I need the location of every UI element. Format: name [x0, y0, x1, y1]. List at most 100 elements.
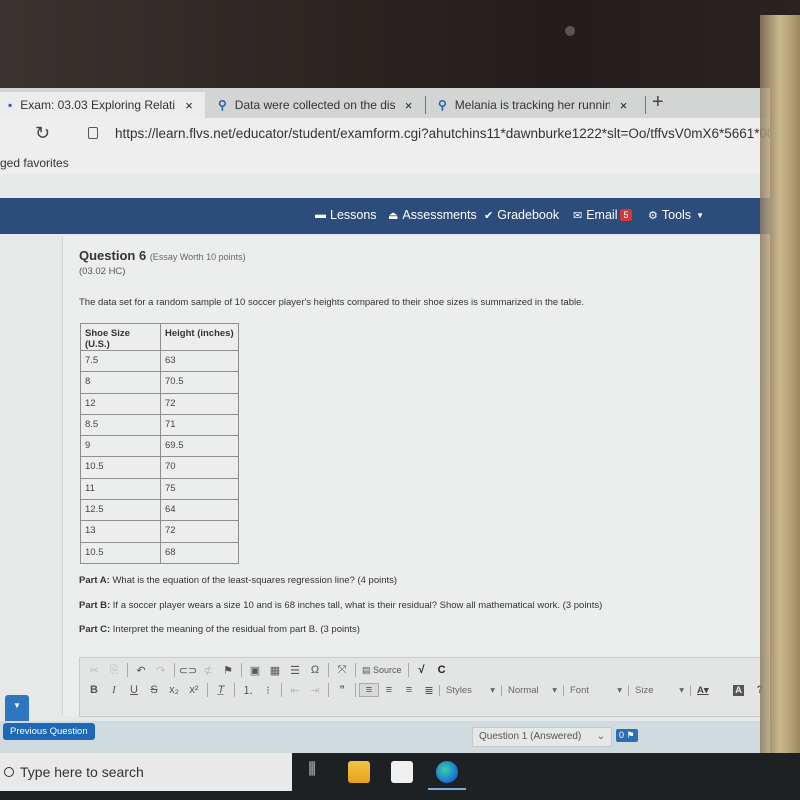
new-tab-button[interactable]: +: [652, 91, 664, 114]
part-label: Part C:: [79, 624, 111, 635]
table-row: 10.5 70: [80, 456, 239, 479]
url-field[interactable]: https://learn.flvs.net/educator/student/…: [115, 126, 790, 141]
nav-assessments[interactable]: ⏏ Assessments: [388, 208, 477, 222]
table-row: 12.5 64: [80, 499, 239, 522]
toolbar-separator: [241, 663, 242, 677]
nav-gradebook[interactable]: ✔ Gradebook: [484, 208, 559, 222]
question-select-value: Question 1 (Answered): [479, 731, 582, 742]
blockquote-icon[interactable]: ”: [332, 684, 352, 696]
question-select[interactable]: Question 1 (Answered) ⌄: [472, 727, 612, 747]
cell-shoe-size: 10.5: [80, 456, 161, 479]
font-dropdown[interactable]: Font ▾: [563, 684, 628, 696]
part-label: Part A:: [79, 575, 110, 586]
cell-height: 71: [160, 413, 239, 437]
math-sqrt-icon[interactable]: √: [412, 664, 432, 676]
underline-icon[interactable]: U: [124, 684, 144, 696]
table-row: 11 75: [80, 477, 239, 501]
exam-footer: Previous Question Question 1 (Answered) …: [0, 721, 770, 753]
table-icon[interactable]: ▦: [265, 664, 285, 677]
size-label: Size: [635, 684, 654, 696]
close-icon[interactable]: ×: [620, 98, 628, 113]
cut-icon[interactable]: ✂: [84, 664, 104, 677]
toolbar-separator: [355, 683, 356, 697]
styles-dropdown[interactable]: Styles ▾: [439, 684, 501, 696]
question-title: Question 6 (Essay Worth 10 points): [79, 248, 246, 263]
dropdown-arrow-icon: ▾: [490, 684, 495, 696]
lock-icon: [88, 127, 98, 139]
question-worth: (Essay Worth 10 points): [149, 252, 246, 262]
unlink-icon[interactable]: ⊄: [198, 664, 218, 677]
edge-browser-icon[interactable]: [436, 761, 458, 783]
cell-shoe-size: 10.5: [80, 541, 161, 564]
tab-melania-search[interactable]: ⚲ Melania is tracking her running ×: [430, 92, 645, 118]
nav-lessons[interactable]: ▬ Lessons: [315, 208, 377, 222]
source-label: Source: [373, 664, 402, 675]
envelope-icon: ✉: [573, 209, 583, 222]
tab-data-search[interactable]: ⚲ Data were collected on the dista ×: [210, 92, 425, 118]
align-left-icon[interactable]: ≡: [359, 683, 379, 697]
file-explorer-icon[interactable]: [348, 761, 370, 783]
indent-icon[interactable]: ⇥: [305, 684, 325, 697]
flagged-count[interactable]: 0 ⚑: [616, 729, 638, 742]
favorites-label[interactable]: ged favorites: [0, 156, 69, 170]
gear-icon: ⚙: [648, 209, 658, 222]
toolbar-separator: [328, 683, 329, 697]
maximize-icon[interactable]: ⤧: [332, 664, 352, 677]
cell-shoe-size: 11: [80, 477, 161, 501]
nav-email[interactable]: ✉ Email 5: [573, 208, 632, 222]
nav-label: Tools: [661, 208, 692, 222]
numbered-list-icon[interactable]: ⒈: [238, 682, 258, 698]
nav-tools[interactable]: ⚙ Tools ▼: [648, 208, 704, 222]
nav-label: Gradebook: [497, 208, 560, 222]
cell-shoe-size: 8: [80, 371, 161, 394]
superscript-icon[interactable]: x²: [184, 684, 204, 696]
data-table: Shoe Size (U.S.) Height (inches) 7.5 63 8…: [80, 323, 239, 564]
side-panel-toggle[interactable]: ▼: [5, 695, 29, 721]
italic-icon[interactable]: I: [104, 684, 124, 696]
image-icon[interactable]: ▣: [245, 664, 265, 677]
strikethrough-icon[interactable]: S: [144, 684, 164, 696]
subscript-icon[interactable]: x₂: [164, 684, 184, 696]
bulleted-list-icon[interactable]: ⁝: [258, 684, 278, 697]
previous-question-button[interactable]: Previous Question: [3, 723, 95, 740]
source-button[interactable]: ▤ Source: [359, 665, 405, 676]
table-row: 9 69.5: [80, 435, 239, 458]
rich-text-editor: ✂ ⎘ ↶ ↷ ⊂⊃ ⊄ ⚑ ▣ ▦ ☰ Ω ⤧ ▤ Source √ C B …: [79, 657, 769, 717]
anchor-flag-icon[interactable]: ⚑: [218, 664, 238, 677]
text-color-icon[interactable]: A▾: [697, 685, 709, 696]
undo-icon[interactable]: ↶: [131, 664, 151, 677]
close-icon[interactable]: ×: [405, 98, 413, 113]
toolbar-separator: [127, 663, 128, 677]
question-panel: Question 6 (Essay Worth 10 points) (03.0…: [62, 236, 770, 717]
table-row: 12 72: [80, 392, 239, 415]
tab-exam[interactable]: ▪ Exam: 03.03 Exploring Relations ×: [0, 92, 205, 118]
link-icon[interactable]: ⊂⊃: [178, 664, 198, 677]
size-dropdown[interactable]: Size ▾: [628, 684, 690, 696]
justify-icon[interactable]: ≣: [419, 684, 439, 697]
format-dropdown[interactable]: Normal ▾: [501, 684, 563, 696]
special-char-icon[interactable]: Ω: [305, 664, 325, 676]
microsoft-store-icon[interactable]: [391, 761, 413, 783]
toolbar-separator: [281, 683, 282, 697]
cell-shoe-size: 13: [80, 520, 161, 543]
cell-height: 75: [160, 477, 239, 501]
color-controls: A▾ A: [690, 684, 750, 696]
chemistry-icon[interactable]: C: [432, 664, 452, 676]
toolbar-separator: [328, 663, 329, 677]
outdent-icon[interactable]: ⇤: [285, 684, 305, 697]
bold-icon[interactable]: B: [84, 684, 104, 696]
close-icon[interactable]: ×: [185, 98, 193, 113]
flag-count-value: 0: [619, 730, 625, 740]
copy-icon[interactable]: ⎘: [104, 664, 124, 677]
align-center-icon[interactable]: ≡: [379, 684, 399, 696]
align-right-icon[interactable]: ≡: [399, 684, 419, 696]
horizontal-rule-icon[interactable]: ☰: [285, 664, 305, 677]
cell-shoe-size: 8.5: [80, 413, 161, 437]
redo-icon[interactable]: ↷: [151, 664, 171, 677]
task-view-icon[interactable]: ⫼: [301, 761, 323, 783]
reload-icon[interactable]: ↻: [35, 123, 50, 144]
styles-label: Styles: [446, 684, 472, 696]
background-color-icon[interactable]: A: [733, 684, 744, 696]
taskbar-search[interactable]: Type here to search: [0, 753, 292, 791]
remove-format-icon[interactable]: T̲: [211, 684, 231, 696]
